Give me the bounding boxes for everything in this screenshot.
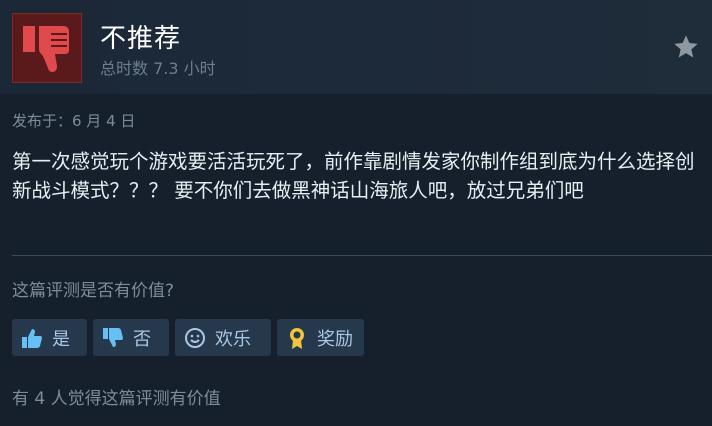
vote-no-label: 否	[133, 328, 151, 350]
review-body: 第一次感觉玩个游戏要活活玩死了，前作靠剧情发家你制作组到底为什么选择创新战斗模式…	[12, 150, 695, 202]
hours-played: 总时数 7.3 小时	[100, 59, 216, 78]
helpful-question: 这篇评测是否有价值?	[12, 281, 175, 301]
vote-no-button[interactable]: 否	[93, 319, 169, 356]
posted-date: 发布于：6 月 4 日	[12, 112, 136, 130]
review-verdict: 不推荐	[100, 24, 182, 54]
divider	[12, 255, 712, 256]
vote-funny-label: 欢乐	[215, 328, 251, 350]
star-icon[interactable]	[672, 33, 700, 61]
smiley-icon	[183, 326, 207, 350]
vote-yes-label: 是	[52, 328, 70, 350]
thumbs-down-icon	[101, 326, 125, 350]
vote-funny-button[interactable]: 欢乐	[175, 319, 271, 356]
helpful-count: 有 4 人觉得这篇评测有价值	[12, 389, 221, 409]
thumbs-down-icon	[23, 26, 69, 72]
thumbs-up-icon	[20, 326, 44, 350]
award-label: 奖励	[317, 328, 353, 350]
review-header: 不推荐 总时数 7.3 小时	[0, 0, 712, 94]
award-button[interactable]: 奖励	[277, 319, 364, 356]
verdict-badge	[12, 13, 82, 83]
vote-yes-button[interactable]: 是	[12, 319, 87, 356]
award-medal-icon	[285, 326, 309, 350]
